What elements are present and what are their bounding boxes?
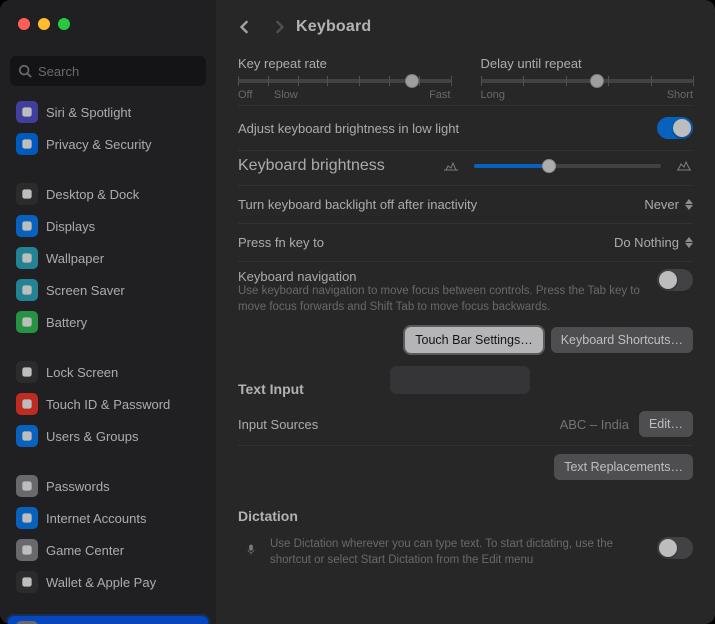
sidebar-item-internet-accounts[interactable]: Internet Accounts bbox=[8, 502, 208, 534]
text-input-card: Input Sources ABC – India Edit… Text Rep… bbox=[238, 403, 693, 492]
input-sources-edit-button[interactable]: Edit… bbox=[639, 411, 693, 437]
brightness-label: Keyboard brightness bbox=[238, 157, 428, 175]
sidebar-icon bbox=[16, 247, 38, 269]
main-content: Keyboard Key repeat rate Off Slow Fast bbox=[216, 0, 715, 624]
sidebar-icon bbox=[16, 475, 38, 497]
sidebar-icon bbox=[16, 571, 38, 593]
fn-key-select[interactable]: Do Nothing bbox=[614, 235, 693, 250]
sidebar-icon bbox=[16, 133, 38, 155]
sidebar-item-label: Lock Screen bbox=[46, 365, 118, 380]
nav-back-icon[interactable] bbox=[238, 20, 252, 34]
sidebar-item-desktop-dock[interactable]: Desktop & Dock bbox=[8, 178, 208, 210]
close-window[interactable] bbox=[18, 18, 30, 30]
keyboard-shortcuts-button[interactable]: Keyboard Shortcuts… bbox=[551, 327, 693, 353]
sidebar-item-label: Internet Accounts bbox=[46, 511, 146, 526]
sidebar-item-label: Passwords bbox=[46, 479, 110, 494]
sidebar-item-label: Siri & Spotlight bbox=[46, 105, 131, 120]
page-title: Keyboard bbox=[296, 18, 371, 36]
search-icon bbox=[18, 64, 32, 78]
microphone-icon bbox=[238, 537, 264, 563]
sidebar-item-label: Wallpaper bbox=[46, 251, 104, 266]
backlight-off-value: Never bbox=[644, 197, 679, 212]
keyboard-nav-desc: Use keyboard navigation to move focus be… bbox=[238, 284, 647, 315]
backlight-off-select[interactable]: Never bbox=[644, 197, 693, 212]
delay-long-label: Long bbox=[481, 89, 505, 101]
sidebar-item-displays[interactable]: Displays bbox=[8, 210, 208, 242]
dictation-desc: Use Dictation wherever you can type text… bbox=[270, 537, 657, 568]
keyboard-nav-label: Keyboard navigation bbox=[238, 269, 647, 284]
sidebar-item-label: Wallet & Apple Pay bbox=[46, 575, 156, 590]
sidebar-item-game-center[interactable]: Game Center bbox=[8, 534, 208, 566]
sidebar-item-label: Game Center bbox=[46, 543, 124, 558]
brightness-high-icon bbox=[675, 159, 693, 173]
keyboard-nav-toggle[interactable] bbox=[657, 269, 693, 291]
adjust-lowlight-label: Adjust keyboard brightness in low light bbox=[238, 121, 459, 136]
nav-forward-icon bbox=[272, 20, 286, 34]
repeat-delay-sliders: Key repeat rate Off Slow Fast Delay unti… bbox=[238, 50, 693, 105]
sidebar-icon bbox=[16, 279, 38, 301]
sidebar-icon bbox=[16, 183, 38, 205]
key-repeat-slider[interactable] bbox=[238, 79, 451, 83]
search-placeholder: Search bbox=[38, 64, 79, 79]
touch-bar-settings-button[interactable]: Touch Bar Settings… bbox=[405, 327, 542, 353]
sidebar-item-touch-id-password[interactable]: Touch ID & Password bbox=[8, 388, 208, 420]
fn-key-label: Press fn key to bbox=[238, 235, 324, 250]
sidebar-icon bbox=[16, 101, 38, 123]
backlight-off-label: Turn keyboard backlight off after inacti… bbox=[238, 197, 477, 212]
sidebar-item-lock-screen[interactable]: Lock Screen bbox=[8, 356, 208, 388]
sidebar-item-label: Screen Saver bbox=[46, 283, 125, 298]
sidebar-item-label: Displays bbox=[46, 219, 95, 234]
repeat-slow-label: Slow bbox=[274, 89, 298, 101]
sidebar-item-passwords[interactable]: Passwords bbox=[8, 470, 208, 502]
text-replacements-button[interactable]: Text Replacements… bbox=[554, 454, 693, 480]
fn-key-value: Do Nothing bbox=[614, 235, 679, 250]
sidebar-item-wallet-apple-pay[interactable]: Wallet & Apple Pay bbox=[8, 566, 208, 598]
sidebar-icon bbox=[16, 539, 38, 561]
sidebar: Search Siri & Spotlight Privacy & Securit… bbox=[0, 0, 216, 624]
sidebar-item-battery[interactable]: Battery bbox=[8, 306, 208, 338]
sidebar-item-label: Users & Groups bbox=[46, 429, 138, 444]
sidebar-icon bbox=[16, 361, 38, 383]
sidebar-icon bbox=[16, 393, 38, 415]
chevron-updown-icon bbox=[685, 237, 693, 248]
sidebar-icon bbox=[16, 311, 38, 333]
sidebar-icon bbox=[16, 215, 38, 237]
sidebar-item-label: Touch ID & Password bbox=[46, 397, 170, 412]
sidebar-icon bbox=[16, 507, 38, 529]
dictation-toggle[interactable] bbox=[657, 537, 693, 559]
zoom-window[interactable] bbox=[58, 18, 70, 30]
sidebar-icon bbox=[16, 425, 38, 447]
repeat-fast-label: Fast bbox=[429, 89, 450, 101]
adjust-lowlight-toggle[interactable] bbox=[657, 117, 693, 139]
sidebar-item-privacy-security[interactable]: Privacy & Security bbox=[8, 128, 208, 160]
sidebar-item-keyboard[interactable]: Keyboard bbox=[8, 616, 208, 624]
chevron-updown-icon bbox=[685, 199, 693, 210]
sidebar-item-users-groups[interactable]: Users & Groups bbox=[8, 420, 208, 452]
window-controls bbox=[18, 18, 70, 30]
search-input[interactable]: Search bbox=[10, 56, 206, 86]
header: Keyboard bbox=[238, 12, 693, 50]
sidebar-item-label: Battery bbox=[46, 315, 87, 330]
text-input-title: Text Input bbox=[238, 365, 693, 403]
delay-slider[interactable] bbox=[481, 79, 694, 83]
delay-short-label: Short bbox=[667, 89, 693, 101]
brightness-slider[interactable] bbox=[474, 164, 661, 168]
input-sources-value: ABC – India bbox=[560, 417, 629, 432]
input-sources-label: Input Sources bbox=[238, 417, 318, 432]
repeat-off-label: Off bbox=[238, 89, 252, 101]
key-repeat-label: Key repeat rate bbox=[238, 56, 327, 71]
sidebar-item-screen-saver[interactable]: Screen Saver bbox=[8, 274, 208, 306]
minimize-window[interactable] bbox=[38, 18, 50, 30]
sidebar-item-wallpaper[interactable]: Wallpaper bbox=[8, 242, 208, 274]
sidebar-item-label: Privacy & Security bbox=[46, 137, 151, 152]
brightness-low-icon bbox=[442, 159, 460, 173]
delay-label: Delay until repeat bbox=[481, 56, 582, 71]
sidebar-item-siri-spotlight[interactable]: Siri & Spotlight bbox=[8, 96, 208, 128]
dictation-title: Dictation bbox=[238, 492, 693, 530]
sidebar-item-label: Desktop & Dock bbox=[46, 187, 139, 202]
